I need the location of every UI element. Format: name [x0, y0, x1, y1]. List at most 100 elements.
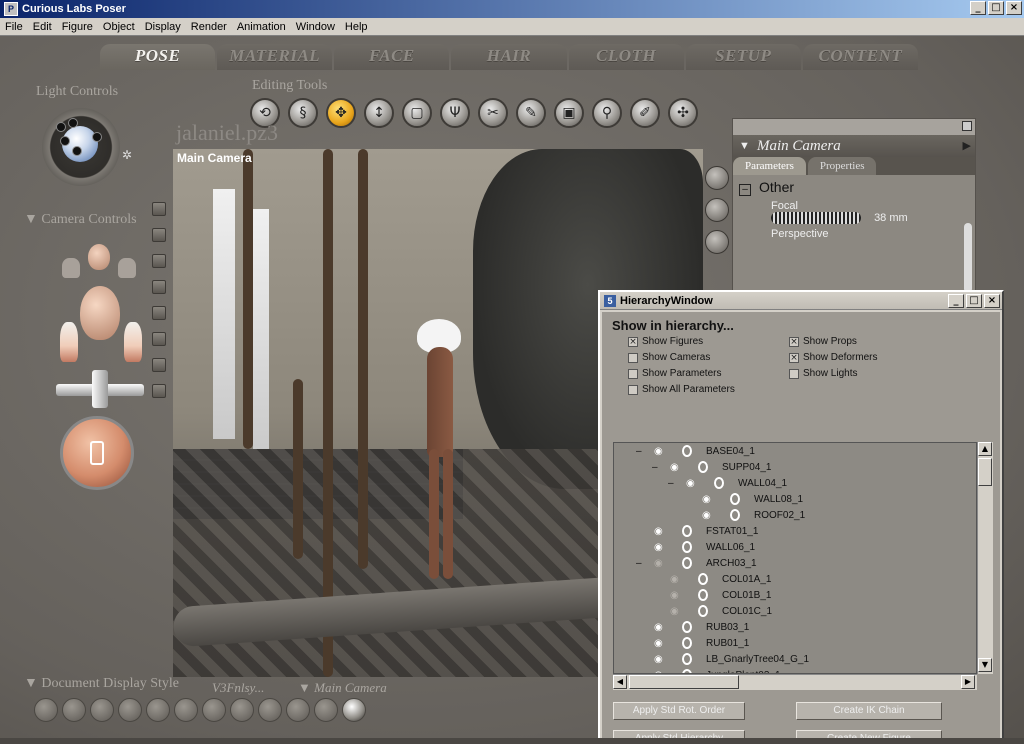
eye-icon[interactable]: ◉ — [670, 590, 679, 601]
scroll-left-icon[interactable]: ◀ — [613, 675, 627, 689]
sun-icon[interactable]: ✲ — [122, 148, 132, 162]
side-button[interactable] — [152, 202, 166, 216]
lock-icon[interactable] — [682, 541, 692, 553]
side-button[interactable] — [152, 254, 166, 268]
tab-setup[interactable]: SETUP — [685, 44, 801, 70]
tree-row[interactable]: – ◉ WALL04_1 — [614, 475, 976, 491]
tree-row[interactable]: – ◉ SUPP04_1 — [614, 459, 976, 475]
focal-value[interactable]: 38 mm — [874, 212, 908, 224]
eye-icon[interactable]: ◉ — [670, 574, 679, 585]
tree-row[interactable]: ◉ COL01C_1 — [614, 603, 976, 619]
tab-cloth[interactable]: CLOTH — [568, 44, 684, 70]
checkbox-icon[interactable]: × — [789, 352, 799, 363]
eye-icon[interactable]: ◉ — [670, 606, 679, 617]
style-flat-lined-icon[interactable] — [202, 698, 226, 722]
eye-icon[interactable]: ◉ — [702, 494, 711, 505]
focal-dial[interactable] — [771, 212, 861, 225]
lock-icon[interactable] — [682, 445, 692, 457]
eye-icon[interactable]: ◉ — [654, 638, 663, 649]
option-show-lights[interactable]: Show Lights — [789, 368, 857, 379]
tree-row[interactable]: ◉ COL01B_1 — [614, 587, 976, 603]
lock-icon[interactable] — [682, 637, 692, 649]
tree-row[interactable]: – ◉ BASE04_1 — [614, 443, 976, 459]
style-cartoon-line-icon[interactable] — [258, 698, 282, 722]
lock-icon[interactable] — [698, 589, 708, 601]
tree-row[interactable]: ◉ RUB01_1 — [614, 635, 976, 651]
menu-object[interactable]: Object — [98, 21, 140, 33]
tree-item-name[interactable]: RUB01_1 — [706, 638, 749, 649]
menu-edit[interactable]: Edit — [28, 21, 57, 33]
hierarchy-maximize-button[interactable]: □ — [966, 294, 982, 308]
tree-row[interactable]: ◉ COL01A_1 — [614, 571, 976, 587]
tab-pose[interactable]: POSE — [100, 44, 216, 70]
expander-icon[interactable]: – — [668, 478, 674, 489]
checkbox-icon[interactable]: × — [789, 336, 799, 347]
checkbox-icon[interactable] — [628, 368, 638, 379]
option-show-parameters[interactable]: Show Parameters — [628, 368, 721, 379]
lock-icon[interactable] — [698, 573, 708, 585]
move-vertical-bar[interactable] — [92, 370, 108, 408]
tab-properties[interactable]: Properties — [807, 157, 877, 175]
light-handle[interactable] — [68, 118, 78, 128]
side-button[interactable] — [152, 228, 166, 242]
scroll-right-icon[interactable]: ▶ — [961, 675, 975, 689]
tree-vertical-scrollbar[interactable]: ▲ ▼ — [977, 442, 993, 674]
view-magnifier-icon[interactable]: ⚲ — [592, 98, 622, 128]
eye-icon[interactable]: ◉ — [654, 526, 663, 537]
expander-icon[interactable]: – — [652, 462, 658, 473]
tree-row[interactable]: ◉ RUB03_1 — [614, 619, 976, 635]
viewport-button[interactable] — [705, 230, 729, 254]
eye-icon[interactable]: ◉ — [654, 654, 663, 665]
menu-file[interactable]: File — [0, 21, 28, 33]
tree-item-name[interactable]: WALL06_1 — [706, 542, 755, 553]
eye-icon[interactable]: ◉ — [670, 462, 679, 473]
head-camera-icon[interactable] — [80, 286, 120, 340]
scroll-up-icon[interactable]: ▲ — [978, 442, 992, 456]
hierarchy-close-button[interactable]: × — [984, 294, 1000, 308]
eye-icon[interactable]: ◉ — [686, 478, 695, 489]
checkbox-icon[interactable] — [628, 384, 638, 395]
style-smooth-shaded-icon[interactable] — [286, 698, 310, 722]
lock-icon[interactable] — [682, 557, 692, 569]
tree-row[interactable]: ◉ WALL08_1 — [614, 491, 976, 507]
scale-tool-icon[interactable]: ▢ — [402, 98, 432, 128]
face-camera-icon[interactable] — [88, 244, 110, 270]
expander-icon[interactable]: – — [636, 558, 642, 569]
tree-horizontal-scrollbar[interactable]: ◀ ▶ — [613, 674, 977, 690]
color-tool-icon[interactable]: ✎ — [516, 98, 546, 128]
left-hand-camera-icon[interactable] — [60, 322, 78, 362]
style-texture-shaded-icon[interactable] — [342, 698, 366, 722]
option-show-figures[interactable]: × Show Figures — [628, 336, 703, 347]
lock-icon[interactable] — [730, 509, 740, 521]
side-button[interactable] — [152, 306, 166, 320]
option-show-cameras[interactable]: Show Cameras — [628, 352, 710, 363]
eye-icon[interactable]: ◉ — [654, 446, 663, 457]
taper-tool-icon[interactable]: Ψ — [440, 98, 470, 128]
tree-item-name[interactable]: LB_GnarlyTree04_G_1 — [706, 654, 809, 665]
tab-content[interactable]: CONTENT — [802, 44, 918, 70]
tree-item-name[interactable]: COL01B_1 — [722, 590, 771, 601]
panel-scrollbar[interactable] — [964, 223, 972, 293]
camera-selector[interactable]: ▼ Main Camera — [298, 680, 387, 696]
panel-menu-arrow-icon[interactable]: ▶ — [963, 135, 971, 157]
lock-icon[interactable] — [682, 653, 692, 665]
tree-item-name[interactable]: WALL04_1 — [738, 478, 787, 489]
tree-item-name[interactable]: BASE04_1 — [706, 446, 755, 457]
option-show-props[interactable]: × Show Props — [789, 336, 857, 347]
light-controls-widget[interactable] — [42, 108, 120, 186]
minimize-button[interactable]: _ — [970, 1, 986, 15]
tab-hair[interactable]: HAIR — [451, 44, 567, 70]
tab-material[interactable]: MATERIAL — [217, 44, 333, 70]
hand-icon[interactable] — [62, 258, 80, 278]
menu-window[interactable]: Window — [291, 21, 340, 33]
style-flat-shaded-icon[interactable] — [174, 698, 198, 722]
camera-trackball[interactable] — [60, 416, 134, 490]
lock-icon[interactable] — [682, 525, 692, 537]
chain-break-tool-icon[interactable]: ✂ — [478, 98, 508, 128]
tree-item-name[interactable]: ARCH03_1 — [706, 558, 757, 569]
translate-in-out-tool-icon[interactable]: ↕ — [364, 98, 394, 128]
style-silhouette-icon[interactable] — [34, 698, 58, 722]
lock-icon[interactable] — [730, 493, 740, 505]
tree-item-name[interactable]: COL01A_1 — [722, 574, 771, 585]
style-hidden-line-icon[interactable] — [118, 698, 142, 722]
